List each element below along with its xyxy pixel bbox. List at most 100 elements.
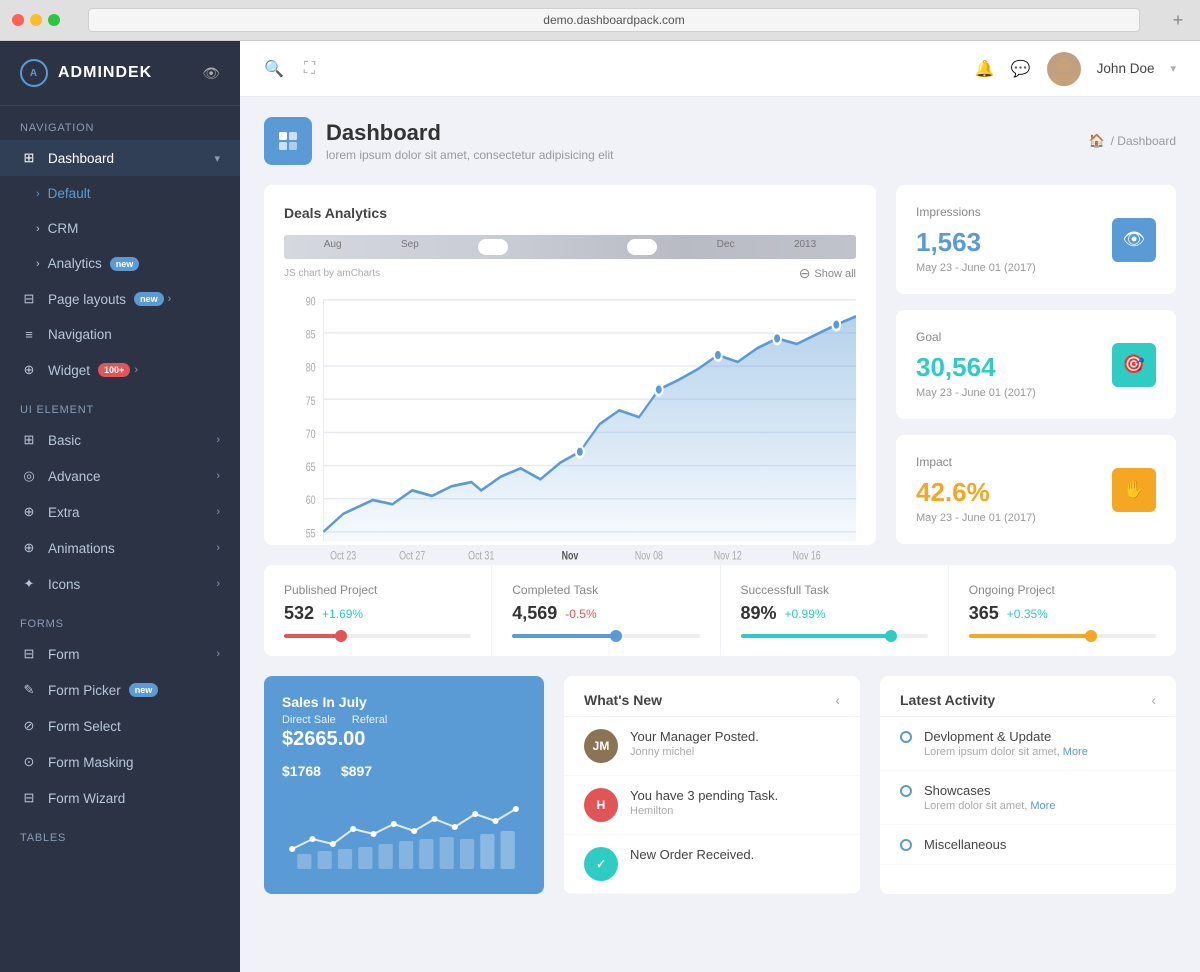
page-header-left: Dashboard lorem ipsum dolor sit amet, co… (264, 117, 613, 165)
chart-month-dec: Dec (717, 239, 735, 255)
sidebar-item-advance[interactable]: ◎ Advance › (0, 458, 240, 494)
form-wizard-icon: ⊟ (20, 790, 38, 806)
form-picker-icon: ✎ (20, 682, 38, 698)
svg-text:70: 70 (306, 428, 316, 442)
chat-icon[interactable]: 💬 (1011, 59, 1031, 79)
minimize-dot[interactable] (30, 14, 42, 26)
svg-text:Oct 27: Oct 27 (399, 549, 425, 563)
sidebar-item-animations[interactable]: ⊕ Animations › (0, 530, 240, 566)
sidebar-item-navigation[interactable]: ≡ Navigation (0, 317, 240, 352)
dashboard-arrow: ▾ (214, 152, 220, 165)
activity-item-1: H You have 3 pending Task. Hemilton (564, 776, 860, 835)
sales-header: Sales In July (282, 694, 526, 710)
whats-new-arrow[interactable]: ‹ (835, 692, 840, 708)
whats-new-title: What's New (584, 692, 662, 708)
search-icon[interactable]: 🔍 (264, 59, 284, 79)
default-caret: › (36, 188, 40, 200)
impressions-card: Impressions 1,563 May 23 - June 01 (2017… (896, 185, 1176, 294)
main-grid-row: Deals Analytics Aug Sep (264, 185, 1176, 545)
stat-progress-thumb-published[interactable] (335, 630, 347, 642)
url-bar[interactable]: demo.dashboardpack.com (88, 8, 1140, 32)
basic-icon: ⊞ (20, 432, 38, 448)
svg-text:90: 90 (306, 295, 316, 309)
impressions-value: 1,563 (916, 227, 1112, 258)
stat-progress-thumb-completed[interactable] (610, 630, 622, 642)
fullscreen-icon[interactable]: ⛶ (304, 60, 315, 78)
sidebar-item-form-masking[interactable]: ⊙ Form Masking (0, 744, 240, 780)
eye-icon[interactable]: 👁 (202, 65, 220, 82)
home-icon[interactable]: 🏠 (1088, 133, 1104, 149)
goal-card: Goal 30,564 May 23 - June 01 (2017) 🎯 (896, 310, 1176, 419)
latest-item-1: Showcases Lorem dolor sit amet, More (880, 771, 1176, 825)
new-tab-button[interactable]: + (1168, 10, 1188, 30)
ui-section-label: UI Element (0, 388, 240, 422)
sidebar-item-page-layouts[interactable]: ⊟ Page layouts new › (0, 281, 240, 317)
impact-label: Impact (916, 455, 1112, 469)
sidebar-logo: A ADMINDEK (20, 59, 152, 87)
show-all-button[interactable]: ⊖ Show all (799, 265, 856, 282)
impact-date: May 23 - June 01 (2017) (916, 512, 1112, 524)
logo-icon: A (20, 59, 48, 87)
bell-icon[interactable]: 🔔 (975, 59, 995, 79)
stat-progress-completed (512, 634, 699, 638)
svg-text:80: 80 (306, 361, 316, 375)
sidebar-item-icons[interactable]: ✦ Icons › (0, 566, 240, 602)
impressions-info: Impressions 1,563 May 23 - June 01 (2017… (916, 205, 1112, 274)
page-header-icon (264, 117, 312, 165)
stat-progress-fill-published (284, 634, 340, 638)
extra-arrow: › (216, 506, 220, 518)
slider-handle-left[interactable] (478, 239, 508, 255)
stat-progress-thumb-ongoing[interactable] (1085, 630, 1097, 642)
latest-items: Devlopment & Update Lorem ipsum dolor si… (880, 717, 1176, 865)
sidebar-item-form-select[interactable]: ⊘ Form Select (0, 708, 240, 744)
latest-more-0[interactable]: More (1063, 746, 1088, 758)
page-subtitle: lorem ipsum dolor sit amet, consectetur … (326, 148, 613, 162)
stat-progress-thumb-successful[interactable] (885, 630, 897, 642)
goal-info: Goal 30,564 May 23 - June 01 (2017) (916, 330, 1112, 399)
animations-icon: ⊕ (20, 540, 38, 556)
chart-month-sep: Sep (401, 239, 419, 255)
sidebar-item-extra[interactable]: ⊕ Extra › (0, 494, 240, 530)
crm-caret: › (36, 223, 40, 235)
sidebar-item-basic[interactable]: ⊞ Basic › (0, 422, 240, 458)
analytics-badge: new (110, 257, 140, 271)
svg-text:85: 85 (306, 328, 316, 342)
user-caret[interactable]: ▾ (1170, 62, 1176, 75)
sidebar-item-crm[interactable]: › CRM (0, 211, 240, 246)
sidebar-item-analytics[interactable]: › Analytics new (0, 246, 240, 281)
sidebar-item-form-picker[interactable]: ✎ Form Picker new (0, 672, 240, 708)
slider-handle-right[interactable] (627, 239, 657, 255)
sidebar-item-dashboard[interactable]: ⊞ Dashboard ▾ (0, 140, 240, 176)
stat-cell-published-value: 532 (284, 603, 314, 624)
impressions-label: Impressions (916, 205, 1112, 219)
activity-item-2: ✓ New Order Received. (564, 835, 860, 894)
sidebar-item-form-wizard[interactable]: ⊟ Form Wizard (0, 780, 240, 816)
latest-title: Latest Activity (900, 692, 995, 708)
form-picker-badge: new (129, 683, 159, 697)
icons-arrow: › (216, 578, 220, 590)
stat-progress-successful (741, 634, 928, 638)
latest-more-1[interactable]: More (1030, 800, 1055, 812)
page-header: Dashboard lorem ipsum dolor sit amet, co… (264, 117, 1176, 165)
activity-text-1: You have 3 pending Task. Hemilton (630, 788, 778, 817)
svg-text:65: 65 (306, 461, 316, 475)
sidebar-item-form[interactable]: ⊟ Form › (0, 636, 240, 672)
avatar[interactable] (1047, 52, 1081, 86)
stat-cell-ongoing-value: 365 (969, 603, 999, 624)
latest-arrow[interactable]: ‹ (1151, 692, 1156, 708)
latest-header: Latest Activity ‹ (880, 676, 1176, 717)
close-dot[interactable] (12, 14, 24, 26)
sales-sub-values: $1768 $897 (282, 763, 526, 779)
sidebar-item-widget[interactable]: ⊕ Widget 100+ › (0, 352, 240, 388)
whats-new-card: What's New ‹ JM Your Manager Posted. Jon… (564, 676, 860, 894)
animations-arrow: › (216, 542, 220, 554)
username-label: John Doe (1097, 61, 1155, 76)
stat-cell-published-label: Published Project (284, 583, 471, 597)
latest-dot-0 (900, 731, 912, 743)
sales-total: $2665.00 (282, 728, 365, 751)
activity-text-2: New Order Received. (630, 847, 754, 862)
chart-label: JS chart by amCharts (284, 268, 380, 279)
sidebar-item-default[interactable]: › Default (0, 176, 240, 211)
maximize-dot[interactable] (48, 14, 60, 26)
stat-cell-successful-value: 89% (741, 603, 777, 624)
